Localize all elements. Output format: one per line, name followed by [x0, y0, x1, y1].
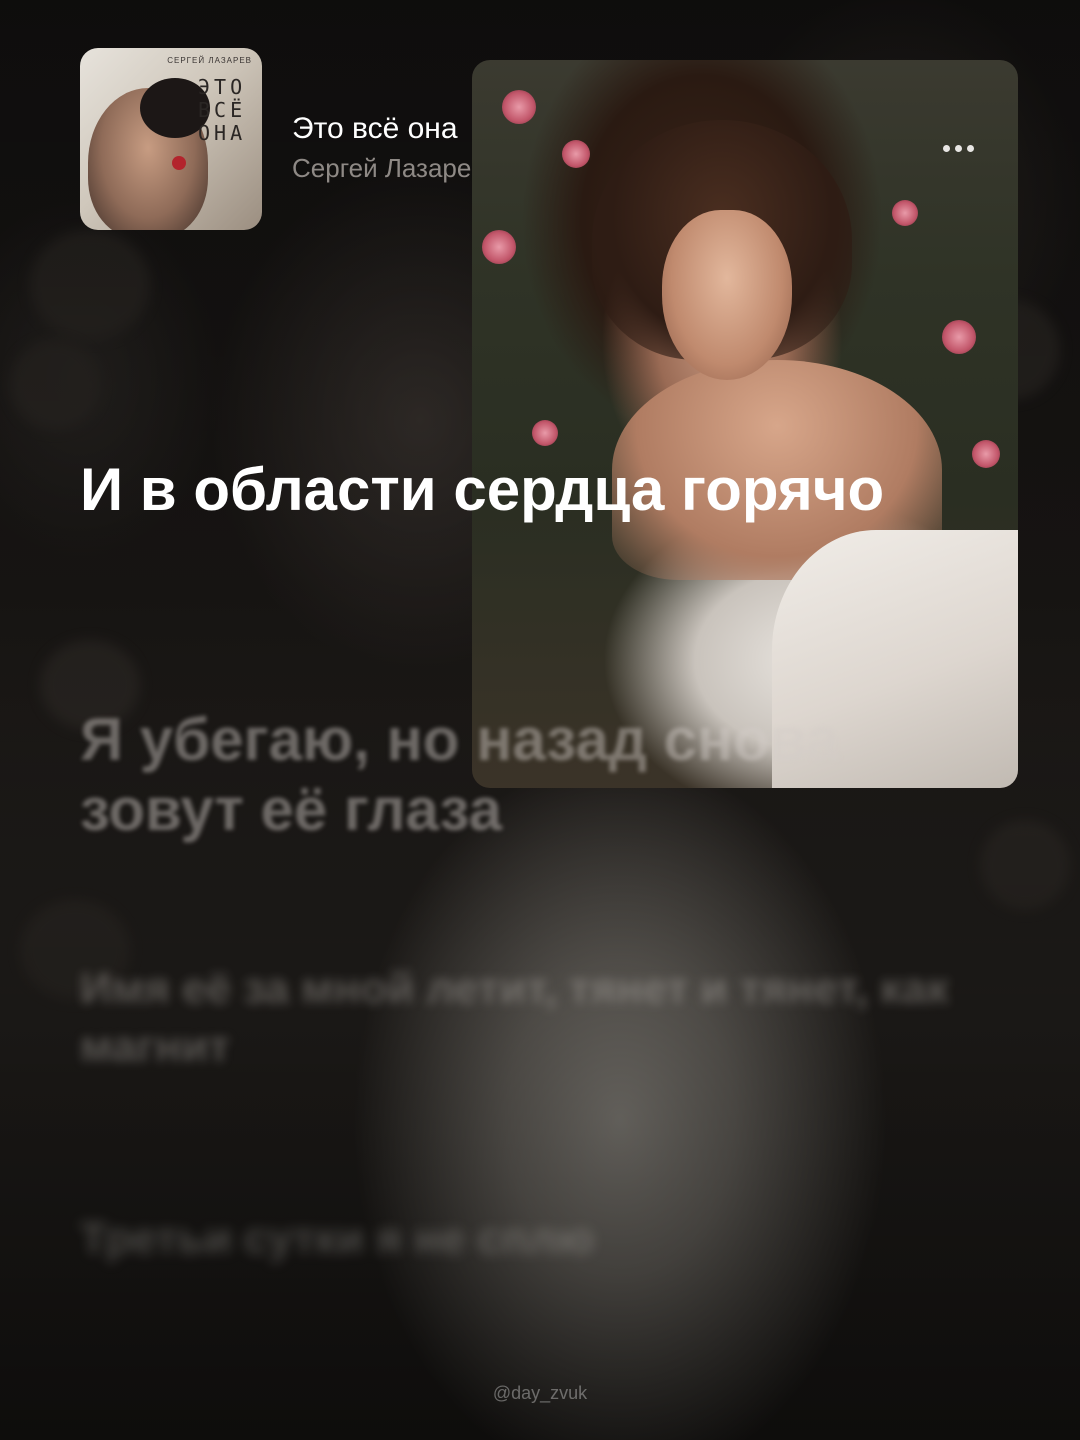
lyric-upcoming-line[interactable]: Имя её за мной летит, тянет и тянет, как… — [80, 960, 960, 1076]
lyric-upcoming-line[interactable]: Я убегаю, но назад снова зовут её глаза — [80, 705, 960, 845]
lyric-current-line[interactable]: И в области сердца горячо — [80, 455, 960, 525]
cover-lipstick-mark — [172, 156, 186, 170]
photo-face — [662, 210, 792, 380]
track-artist[interactable]: Сергей Лазарев — [292, 153, 485, 184]
more-options-button[interactable] — [928, 128, 988, 168]
watermark: @day_zvuk — [492, 1383, 588, 1403]
photo-card — [472, 60, 1018, 788]
album-cover[interactable]: СЕРГЕЙ ЛАЗАРЕВ ЭТО ВСЁ ОНА — [80, 48, 262, 230]
more-horizontal-icon — [942, 144, 950, 152]
track-title[interactable]: Это всё она — [292, 112, 458, 146]
lyric-upcoming-line[interactable]: Третьи сутки я не сплю — [80, 1210, 960, 1268]
cover-title-text: ЭТО ВСЁ ОНА — [198, 75, 247, 145]
cover-artist-text: СЕРГЕЙ ЛАЗАРЕВ — [167, 56, 252, 65]
